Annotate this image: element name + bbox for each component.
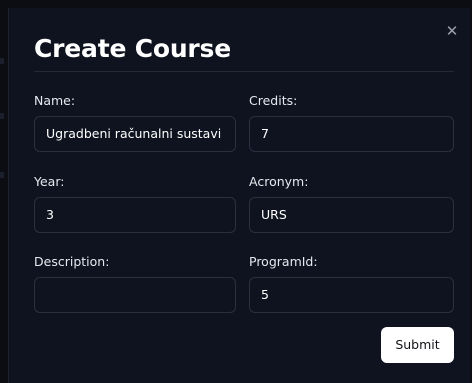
programid-field[interactable]: 5	[249, 277, 454, 313]
submit-button[interactable]: Submit	[381, 327, 454, 363]
name-field[interactable]: Ugradbeni računalni sustavi	[34, 116, 236, 152]
modal-title: Create Course	[34, 34, 231, 63]
close-icon[interactable]: ✕	[445, 24, 459, 39]
year-field[interactable]: 3	[34, 197, 236, 233]
programid-label: ProgramId:	[249, 254, 318, 269]
description-label: Description:	[34, 254, 110, 269]
name-label: Name:	[34, 93, 76, 108]
title-divider	[34, 71, 454, 72]
background-fragment	[0, 58, 4, 64]
acronym-label: Acronym:	[249, 174, 309, 189]
acronym-field[interactable]: URS	[249, 197, 454, 233]
year-label: Year:	[34, 174, 65, 189]
create-course-modal: Create Course ✕ Name: Ugradbeni računaln…	[8, 8, 470, 383]
background-fragment	[0, 172, 4, 178]
background-fragment	[0, 113, 4, 119]
credits-label: Credits:	[249, 93, 298, 108]
description-field[interactable]	[34, 277, 236, 313]
credits-field[interactable]: 7	[249, 116, 454, 152]
